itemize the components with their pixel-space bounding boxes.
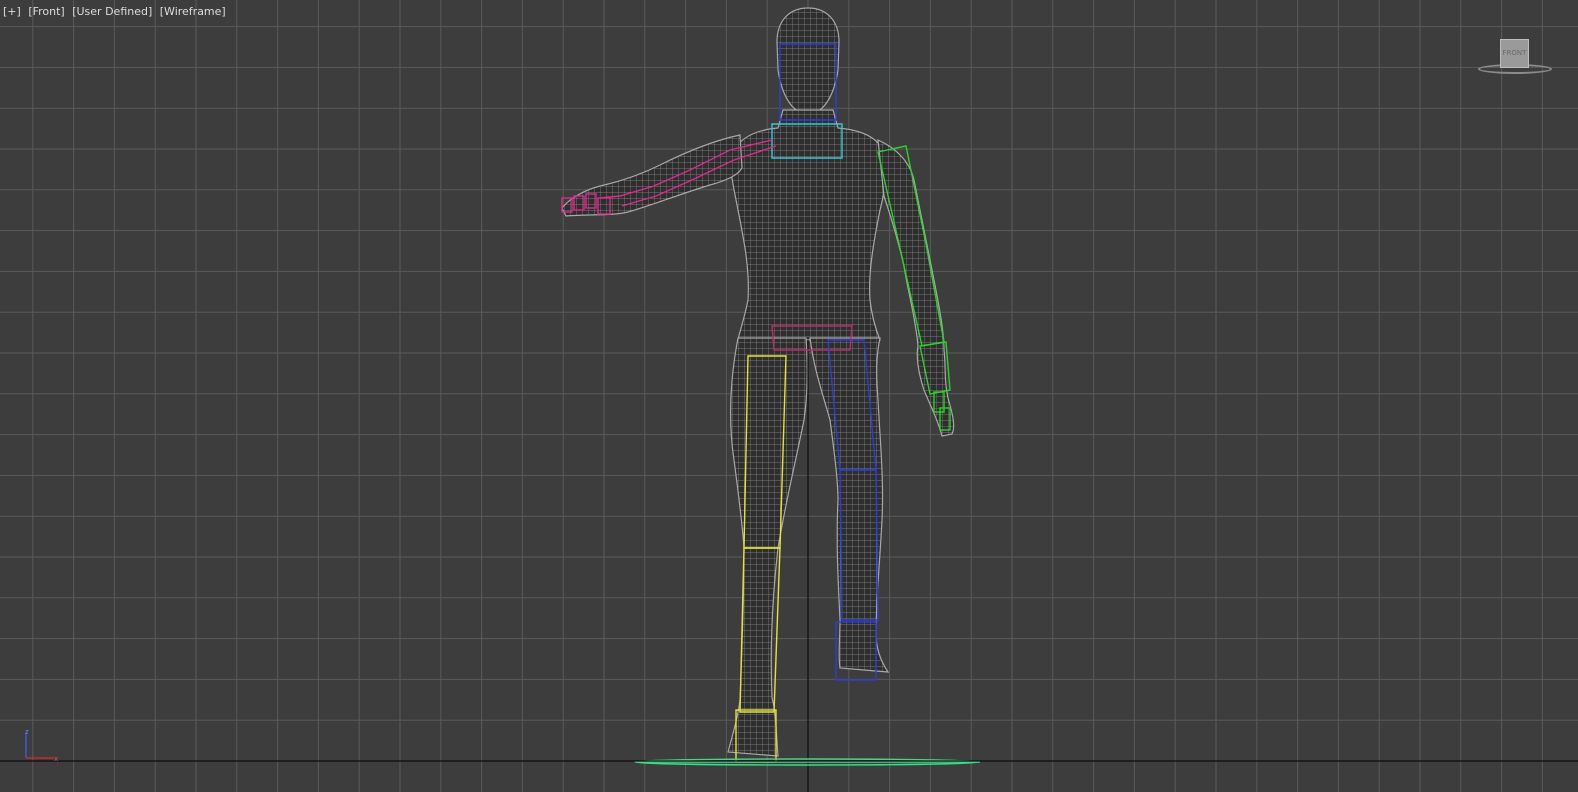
character-mesh[interactable] xyxy=(561,7,955,757)
viewcube[interactable]: FRONT xyxy=(1476,36,1556,80)
mesh-right-arm[interactable] xyxy=(561,134,743,217)
axis-x-label: x xyxy=(54,755,58,763)
front-viewport[interactable]: [+] [Front] [User Defined] [Wireframe] F… xyxy=(0,0,1578,792)
axis-tripod: z x xyxy=(25,728,58,763)
viewcube-front-face[interactable]: FRONT xyxy=(1500,39,1529,68)
mesh-head[interactable] xyxy=(776,7,840,117)
viewport-display-mode-menu[interactable]: [Wireframe] xyxy=(160,5,226,18)
axis-z-label: z xyxy=(25,728,29,736)
viewport-point-of-view-menu[interactable]: [Front] xyxy=(28,5,64,18)
wireframe-scene[interactable] xyxy=(0,0,1578,792)
viewport-label-menu: [+] [Front] [User Defined] [Wireframe] xyxy=(3,5,230,18)
viewport-shading-menu[interactable]: [User Defined] xyxy=(72,5,152,18)
viewport-general-menu[interactable]: [+] xyxy=(3,5,21,18)
